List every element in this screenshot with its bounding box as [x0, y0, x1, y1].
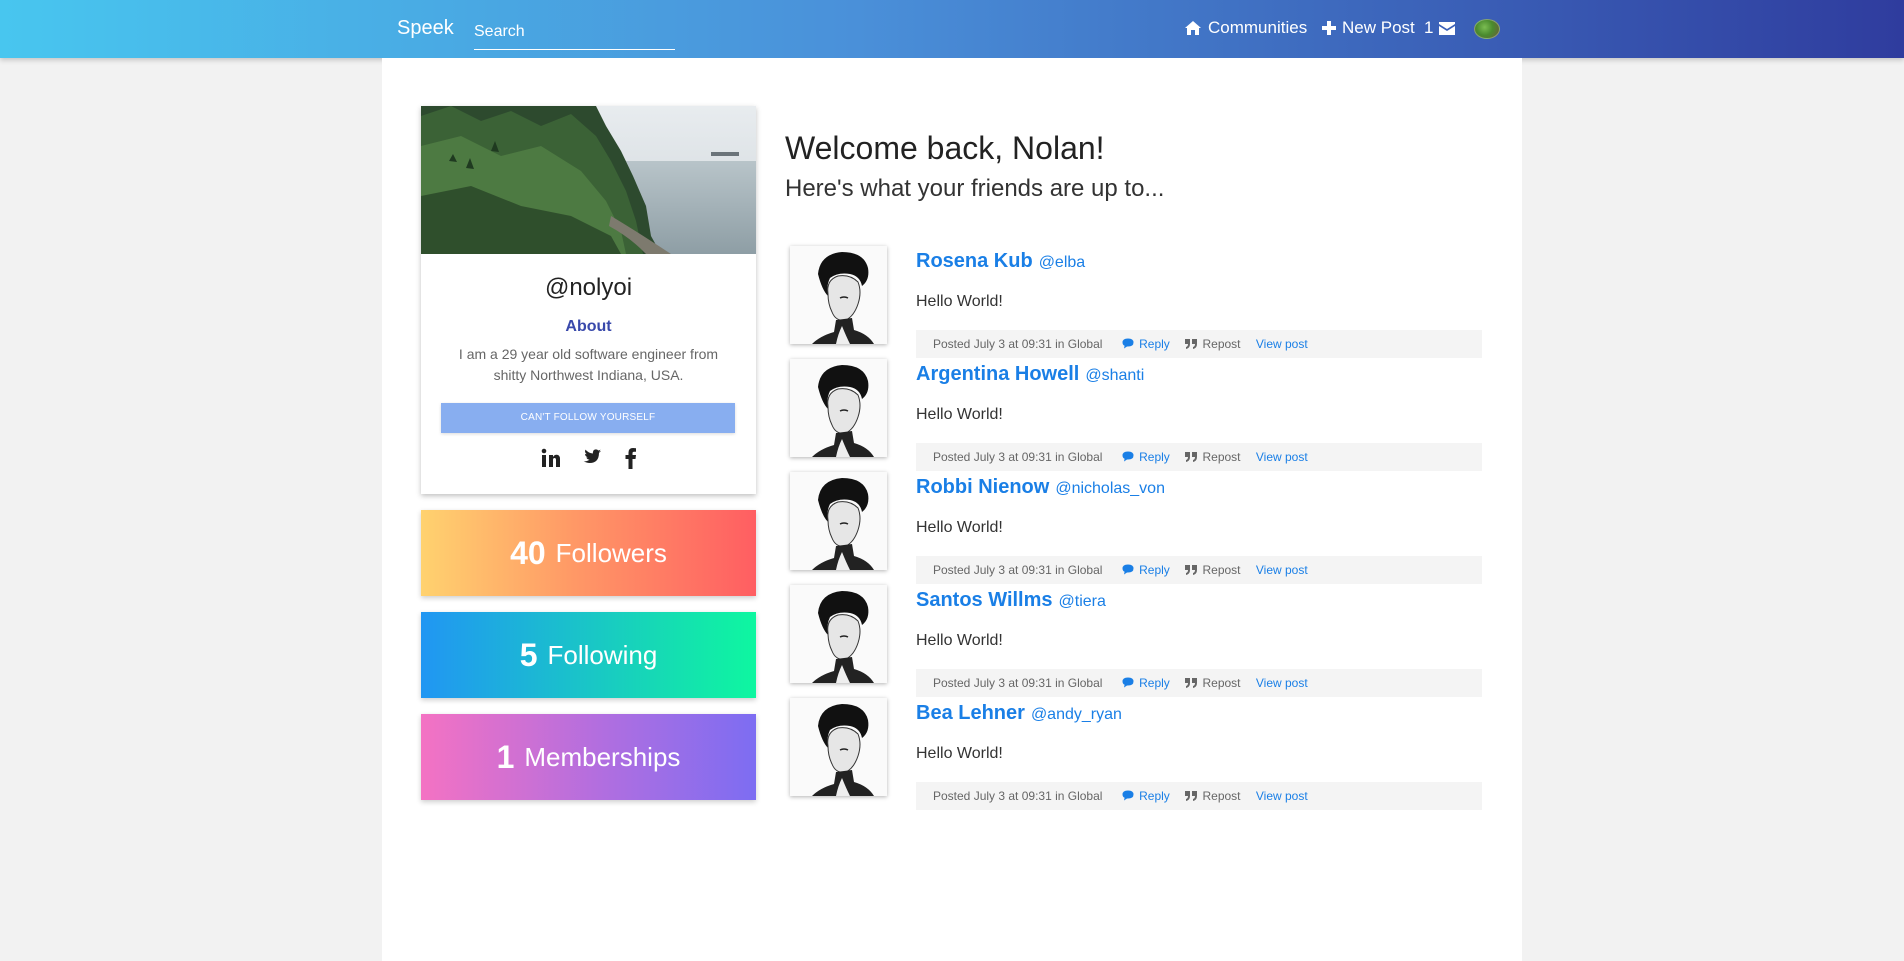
repost-link[interactable]: Repost — [1185, 450, 1241, 464]
post-meta-bar: Posted July 3 at 09:31 in Global Reply R… — [916, 443, 1482, 471]
facebook-icon[interactable] — [619, 446, 643, 470]
post-author-name[interactable]: Robbi Nienow — [916, 476, 1049, 498]
reply-link[interactable]: Reply — [1122, 676, 1170, 690]
messages-link[interactable]: 1 — [1424, 18, 1456, 38]
post-avatar[interactable] — [790, 359, 887, 457]
search-field[interactable] — [474, 14, 675, 50]
post-item: Robbi Nienow @nicholas_von Hello World! P… — [785, 472, 1485, 602]
repost-link[interactable]: Repost — [1185, 676, 1241, 690]
post-avatar[interactable] — [790, 472, 887, 570]
profile-handle: @nolyoi — [544, 274, 633, 301]
post-body: Hello World! — [916, 745, 1003, 762]
reply-link[interactable]: Reply — [1122, 789, 1170, 803]
following-label: Following — [547, 639, 658, 670]
following-count: 5 — [519, 636, 538, 673]
social-links — [539, 446, 643, 470]
post-meta-text: Posted July 3 at 09:31 in Global — [933, 789, 1103, 803]
post-author-username[interactable]: @elba — [1039, 254, 1086, 271]
view-post-link[interactable]: View post — [1256, 789, 1308, 803]
post-author-name[interactable]: Santos Willms — [916, 589, 1053, 611]
twitter-icon[interactable] — [579, 446, 603, 470]
post-body: Hello World! — [916, 519, 1003, 536]
reply-link[interactable]: Reply — [1122, 450, 1170, 464]
memberships-stat[interactable]: 1 Memberships — [421, 714, 756, 800]
quote-icon — [1185, 678, 1198, 688]
post-item: Rosena Kub @elba Hello World! Posted July… — [785, 246, 1485, 376]
home-icon — [1185, 21, 1201, 35]
new-post-link[interactable]: New Post — [1322, 18, 1415, 38]
linkedin-icon[interactable] — [539, 446, 563, 470]
repost-link[interactable]: Repost — [1185, 789, 1241, 803]
comment-icon — [1122, 451, 1134, 462]
post-meta-text: Posted July 3 at 09:31 in Global — [933, 563, 1103, 577]
post-author-name[interactable]: Rosena Kub — [916, 250, 1033, 272]
post-author-name[interactable]: Argentina Howell — [916, 363, 1079, 385]
post-author-username[interactable]: @shanti — [1085, 367, 1144, 384]
post-meta-bar: Posted July 3 at 09:31 in Global Reply R… — [916, 330, 1482, 358]
view-post-link[interactable]: View post — [1256, 676, 1308, 690]
post-body: Hello World! — [916, 406, 1003, 423]
messages-count: 1 — [1424, 18, 1434, 37]
quote-icon — [1185, 565, 1198, 575]
view-post-link[interactable]: View post — [1256, 563, 1308, 577]
search-input[interactable] — [474, 14, 675, 49]
communities-link[interactable]: Communities — [1184, 18, 1307, 38]
post-body: Hello World! — [916, 632, 1003, 649]
comment-icon — [1122, 790, 1134, 801]
communities-label: Communities — [1208, 18, 1308, 37]
envelope-icon — [1439, 21, 1456, 35]
post-meta-text: Posted July 3 at 09:31 in Global — [933, 450, 1103, 464]
post-meta-text: Posted July 3 at 09:31 in Global — [933, 337, 1103, 351]
post-item: Santos Willms @tiera Hello World! Posted … — [785, 585, 1485, 715]
memberships-label: Memberships — [524, 741, 681, 772]
post-author-username[interactable]: @tiera — [1059, 593, 1106, 610]
post-meta-bar: Posted July 3 at 09:31 in Global Reply R… — [916, 556, 1482, 584]
post-author-name[interactable]: Bea Lehner — [916, 702, 1025, 724]
post-author-username[interactable]: @nicholas_von — [1055, 480, 1165, 497]
comment-icon — [1122, 338, 1134, 349]
quote-icon — [1185, 791, 1198, 801]
reply-link[interactable]: Reply — [1122, 337, 1170, 351]
about-heading: About — [565, 318, 612, 335]
post-meta-text: Posted July 3 at 09:31 in Global — [933, 676, 1103, 690]
reply-link[interactable]: Reply — [1122, 563, 1170, 577]
post-body: Hello World! — [916, 293, 1003, 310]
view-post-link[interactable]: View post — [1256, 450, 1308, 464]
post-item: Argentina Howell @shanti Hello World! Pos… — [785, 359, 1485, 489]
post-avatar[interactable] — [790, 585, 887, 683]
view-post-link[interactable]: View post — [1256, 337, 1308, 351]
followers-label: Followers — [555, 537, 667, 568]
feed-subheading: Here's what your friends are up to... — [785, 175, 1165, 202]
comment-icon — [1122, 677, 1134, 688]
post-author-username[interactable]: @andy_ryan — [1031, 706, 1122, 723]
memberships-count: 1 — [496, 738, 515, 775]
post-avatar[interactable] — [790, 698, 887, 796]
follow-button[interactable]: CAN'T FOLLOW YOURSELF — [441, 403, 735, 433]
quote-icon — [1185, 339, 1198, 349]
plus-icon — [1322, 21, 1336, 35]
comment-icon — [1122, 564, 1134, 575]
post-item: Bea Lehner @andy_ryan Hello World! Posted… — [785, 698, 1485, 828]
quote-icon — [1185, 452, 1198, 462]
profile-card: @nolyoi About I am a 29 year old softwar… — [421, 106, 756, 494]
about-text: I am a 29 year old software engineer fro… — [458, 346, 719, 383]
followers-count: 40 — [510, 534, 546, 571]
repost-link[interactable]: Repost — [1185, 337, 1241, 351]
brand-logo[interactable]: Speek — [397, 17, 454, 40]
main-container: @nolyoi About I am a 29 year old softwar… — [382, 58, 1522, 961]
post-avatar[interactable] — [790, 246, 887, 344]
user-avatar-icon[interactable] — [1474, 19, 1500, 39]
new-post-label: New Post — [1342, 18, 1415, 37]
repost-link[interactable]: Repost — [1185, 563, 1241, 577]
post-meta-bar: Posted July 3 at 09:31 in Global Reply R… — [916, 669, 1482, 697]
cover-photo — [421, 106, 756, 254]
welcome-heading: Welcome back, Nolan! — [785, 130, 1105, 166]
top-navbar: Speek Communities New Post 1 — [0, 0, 1904, 58]
following-stat[interactable]: 5 Following — [421, 612, 756, 698]
post-meta-bar: Posted July 3 at 09:31 in Global Reply R… — [916, 782, 1482, 810]
followers-stat[interactable]: 40 Followers — [421, 510, 756, 596]
